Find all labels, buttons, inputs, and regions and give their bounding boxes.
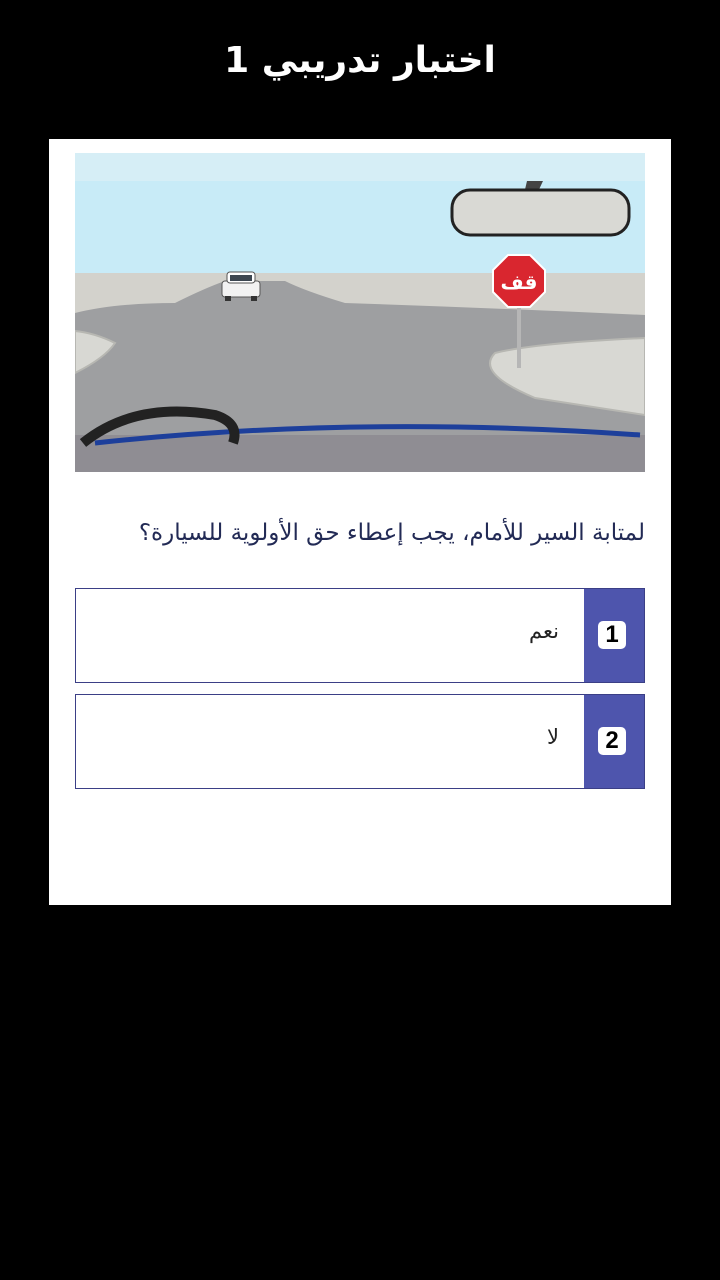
question-illustration: قف — [75, 153, 645, 472]
answer-option-1[interactable]: 1 نعم — [75, 588, 645, 683]
option-number-box: 1 — [584, 589, 644, 682]
option-label: نعم — [529, 619, 559, 643]
option-label: لا — [547, 725, 559, 749]
rear-view-mirror-icon — [450, 181, 631, 237]
answer-option-2[interactable]: 2 لا — [75, 694, 645, 789]
question-card: قف لمتابة السير للأمام، يجب إعطاء حق الأ… — [49, 139, 671, 905]
option-number-badge: 2 — [598, 727, 626, 755]
option-number-box: 2 — [584, 695, 644, 788]
stop-sign-label: قف — [501, 270, 538, 294]
question-text: لمتابة السير للأمام، يجب إعطاء حق الأولو… — [138, 520, 645, 546]
option-number-badge: 1 — [598, 621, 626, 649]
distant-car-icon — [221, 271, 261, 301]
page-title: اختبار تدريبي 1 — [224, 40, 496, 81]
